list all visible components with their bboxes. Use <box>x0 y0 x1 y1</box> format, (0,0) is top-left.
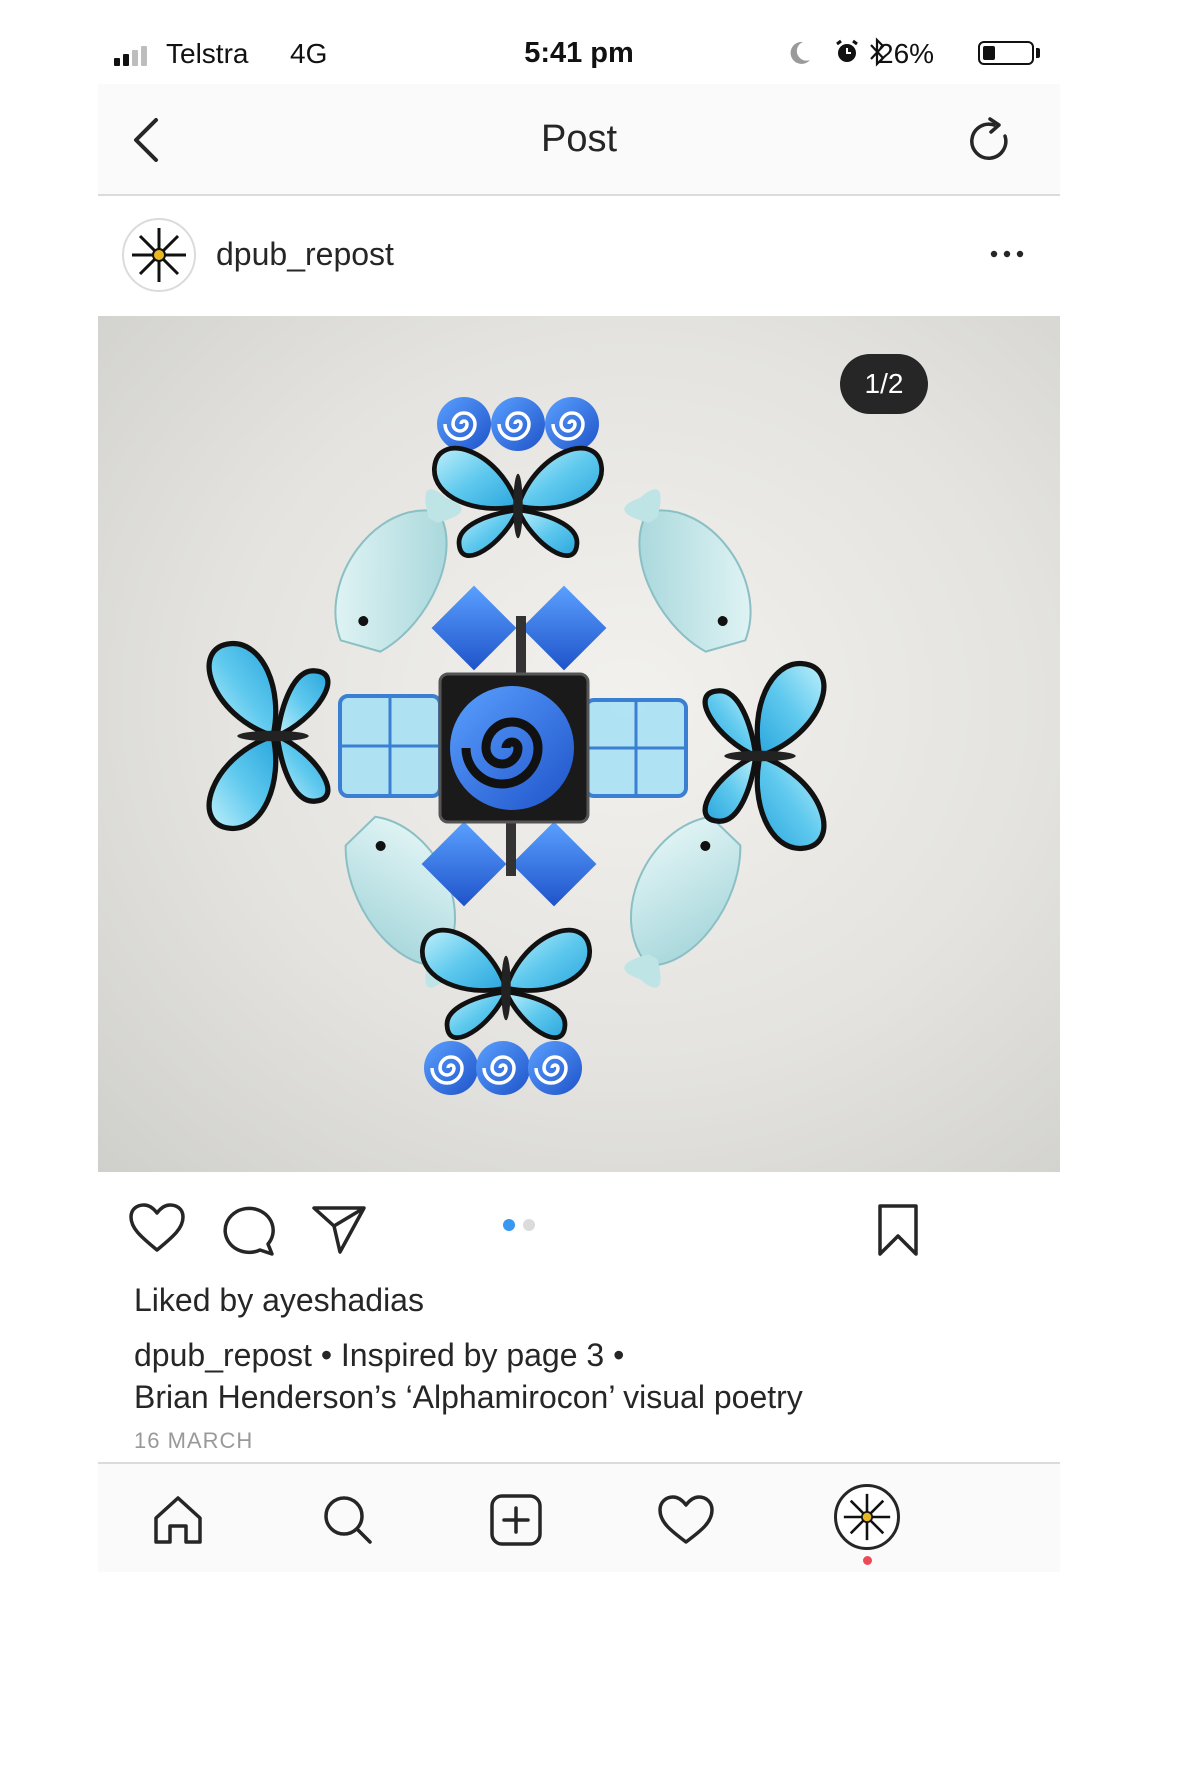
notification-dot <box>863 1556 872 1565</box>
liked-by-prefix: Liked by <box>134 1282 263 1318</box>
refresh-icon[interactable] <box>964 116 1016 168</box>
avatar-logo-icon <box>132 228 186 282</box>
comment-icon[interactable] <box>220 1202 276 1256</box>
instagram-screen: Telstra 4G 5:41 pm 26% Post dpub_repost … <box>98 24 1060 1747</box>
post-actions <box>98 1174 1060 1274</box>
carousel-dot <box>523 1219 535 1231</box>
alarm-icon <box>836 39 858 62</box>
battery-icon <box>978 41 1034 65</box>
battery-percent: 26% <box>878 38 935 69</box>
image-counter-badge: 1/2 <box>840 354 928 414</box>
heart-icon[interactable] <box>128 1202 186 1254</box>
post-date: 16 MARCH <box>134 1428 254 1453</box>
caption-text-line2: Brian Henderson’s ‘Alphamirocon’ visual … <box>134 1379 803 1415</box>
post-caption: dpub_repost • Inspired by page 3 • Brian… <box>134 1334 1014 1418</box>
post-username[interactable]: dpub_repost <box>216 236 394 273</box>
caption-username[interactable]: dpub_repost <box>134 1337 312 1373</box>
share-icon[interactable] <box>310 1202 368 1256</box>
status-bar: Telstra 4G 5:41 pm 26% <box>98 24 1060 84</box>
page-title: Post <box>540 118 618 160</box>
liked-by: Liked by ayeshadias <box>134 1282 424 1319</box>
mandala-artwork <box>98 395 1060 1097</box>
activity-heart-icon[interactable] <box>654 1488 718 1552</box>
search-icon[interactable] <box>316 1488 380 1552</box>
new-post-icon[interactable] <box>484 1488 548 1552</box>
more-options-icon[interactable] <box>982 234 1032 274</box>
moon-icon <box>790 41 810 64</box>
avatar[interactable] <box>122 218 196 292</box>
caption-text-line1: • Inspired by page 3 • <box>311 1337 625 1373</box>
avatar-logo-icon <box>843 1493 891 1541</box>
carousel-dot-active <box>503 1219 515 1231</box>
post-header: dpub_repost <box>98 196 1060 314</box>
home-icon[interactable] <box>146 1488 210 1552</box>
battery-tip <box>1036 48 1040 58</box>
profile-tab-avatar[interactable] <box>834 1484 900 1550</box>
tab-bar <box>98 1462 1060 1572</box>
liked-by-user[interactable]: ayeshadias <box>262 1282 424 1318</box>
carousel-dots <box>503 1219 535 1231</box>
bookmark-icon[interactable] <box>876 1202 920 1258</box>
post-image[interactable]: 1/2 <box>98 316 1060 1172</box>
nav-bar: Post <box>98 84 1060 196</box>
